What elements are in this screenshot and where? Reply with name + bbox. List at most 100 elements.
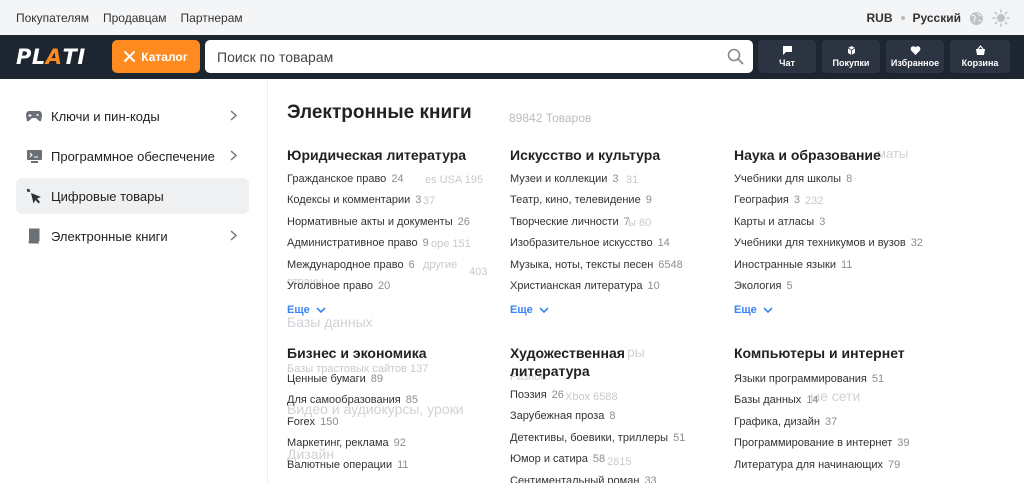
list-item[interactable]: Международное право 6 [287, 258, 507, 279]
list-item[interactable]: Иностранные языки 11 [734, 258, 954, 279]
main-header: PLATI Каталог Чат Покупки Избранное Корз… [0, 35, 1024, 79]
chat-button[interactable]: Чат [758, 40, 816, 73]
list-item[interactable]: Детективы, боевики, триллеры 51 [510, 431, 685, 452]
sun-icon[interactable] [992, 9, 1010, 27]
list-item[interactable]: Уголовное право 20 [287, 279, 507, 300]
logo-text-right: TI [62, 45, 86, 69]
heart-icon [910, 46, 920, 55]
cursor-icon [25, 187, 43, 205]
list-item[interactable]: Изобразительное искусство 14 [510, 236, 730, 257]
list-item[interactable]: Музеи и коллекции 3 [510, 172, 730, 193]
list-item[interactable]: Экология 5 [734, 279, 954, 300]
list-item[interactable]: Ценные бумаги 89 [287, 372, 507, 393]
catalog-label: Каталог [141, 49, 188, 64]
list-item[interactable]: География 3 [734, 193, 954, 214]
list-item[interactable]: Учебники для техникумов и вузов 32 [734, 236, 954, 257]
list-item[interactable]: Христианская литература 10 [510, 279, 730, 300]
list-item[interactable]: Базы данных 14 [734, 393, 954, 414]
list-item[interactable]: Зарубежная проза 8 [510, 409, 660, 430]
sidebar-item-keys[interactable]: Ключи и пин-коды [16, 98, 249, 134]
category-block-arts: Искусство и культура Музеи и коллекции 3 … [510, 146, 730, 316]
show-more-link[interactable]: Еще [510, 304, 730, 316]
show-more-link[interactable]: Еще [734, 304, 954, 316]
sidebar-item-ebooks[interactable]: Электронные книги [16, 218, 249, 254]
list-item[interactable]: Графика, дизайн 37 [734, 415, 954, 436]
purchases-button[interactable]: Покупки [822, 40, 880, 73]
list-item[interactable]: Учебники для школы 8 [734, 172, 954, 193]
list-item[interactable]: Поэзия 26 [510, 388, 660, 409]
purchases-label: Покупки [832, 58, 870, 68]
sidebar-divider [267, 80, 268, 483]
list-item[interactable]: Программирование в интернет 39 [734, 436, 954, 457]
link-partners[interactable]: Партнерам [181, 11, 243, 25]
chevron-right-icon [230, 110, 237, 121]
sidebar-item-label: Электронные книги [51, 228, 168, 244]
search-input[interactable] [205, 40, 725, 73]
sidebar-item-label: Ключи и пин-коды [51, 108, 160, 124]
main-content: es USA 195 37 ы 80 оре 151 другие 403 ст… [287, 80, 1024, 483]
list-item[interactable]: Карты и атласы 3 [734, 215, 954, 236]
chevron-down-icon [316, 307, 326, 313]
list-item[interactable]: Языки программирования 51 [734, 372, 954, 393]
category-block-fiction: Художественная литература Поэзия 26 Заруб… [510, 344, 685, 483]
cart-label: Корзина [961, 58, 999, 68]
site-logo[interactable]: PL A TI [16, 45, 86, 69]
link-sellers[interactable]: Продавцам [103, 11, 167, 25]
chat-label: Чат [779, 58, 795, 68]
software-icon [25, 147, 43, 165]
language-selector[interactable]: Русский [913, 11, 962, 25]
category-heading[interactable]: Компьютеры и интернет [734, 344, 954, 362]
category-heading[interactable]: Бизнес и экономика [287, 344, 507, 362]
category-block-science: Наука и образование Учебники для школы 8 … [734, 146, 954, 316]
list-item[interactable]: Музыка, ноты, тексты песен 6548 [510, 258, 730, 279]
chat-icon [782, 46, 792, 55]
gamepad-icon [25, 107, 43, 125]
category-heading[interactable]: Наука и образование [734, 146, 954, 164]
logo-text-left: PL [16, 45, 46, 69]
basket-icon [975, 45, 985, 55]
sidebar-item-digital-goods[interactable]: Цифровые товары [16, 178, 249, 214]
top-links: Покупателям Продавцам Партнерам [16, 11, 257, 25]
category-heading[interactable]: Художественная литература [510, 344, 660, 380]
globe-icon[interactable] [969, 11, 984, 26]
list-item[interactable]: Гражданское право 24 [287, 172, 507, 193]
currency-selector[interactable]: RUB [867, 11, 893, 25]
ghost-text: Базы данных [287, 314, 373, 330]
purchases-icon [847, 46, 855, 55]
cart-button[interactable]: Корзина [950, 40, 1010, 73]
list-item[interactable]: Кодексы и комментарии 3 [287, 193, 507, 214]
list-item[interactable]: Литература для начинающих 79 [734, 458, 954, 479]
list-item[interactable]: Маркетинг, реклама 92 [287, 436, 507, 457]
chevron-right-icon [230, 230, 237, 241]
show-more-link[interactable]: Еще [287, 304, 507, 316]
chevron-down-icon [539, 307, 549, 313]
sidebar-item-label: Цифровые товары [51, 188, 164, 204]
page-title: Электронные книги [287, 102, 472, 123]
list-item[interactable]: Сентиментальный роман 33 [510, 474, 660, 483]
top-bar: Покупателям Продавцам Партнерам RUB Русс… [0, 0, 1024, 35]
list-item[interactable]: Нормативные акты и документы 26 [287, 215, 507, 236]
book-icon [25, 227, 43, 245]
catalog-button[interactable]: Каталог [112, 40, 200, 73]
list-item[interactable]: Театр, кино, телевидение 9 [510, 193, 730, 214]
sidebar-item-software[interactable]: Программное обеспечение [16, 138, 249, 174]
list-item[interactable]: Валютные операции 11 [287, 458, 507, 479]
sidebar-item-label: Программное обеспечение [51, 148, 215, 164]
category-heading[interactable]: Юридическая литература [287, 146, 507, 164]
logo-text-accent: A [45, 45, 63, 69]
product-count: 89842 Товаров [509, 111, 592, 125]
top-right-controls: RUB Русский [867, 9, 1011, 27]
chevron-right-icon [230, 150, 237, 161]
chevron-down-icon [763, 307, 773, 313]
list-item[interactable]: Административное право 9 [287, 236, 507, 257]
list-item[interactable]: Юмор и сатира 58 [510, 452, 660, 473]
favorites-button[interactable]: Избранное [886, 40, 944, 73]
list-item[interactable]: Forex 150 [287, 415, 507, 436]
category-block-legal: Юридическая литература Гражданское право… [287, 146, 507, 316]
list-item[interactable]: Творческие личности 7 [510, 215, 730, 236]
list-item[interactable]: Для самообразования 85 [287, 393, 507, 414]
separator-dot [900, 16, 905, 20]
category-heading[interactable]: Искусство и культура [510, 146, 730, 164]
search-icon[interactable] [727, 48, 744, 65]
link-buyers[interactable]: Покупателям [16, 11, 89, 25]
